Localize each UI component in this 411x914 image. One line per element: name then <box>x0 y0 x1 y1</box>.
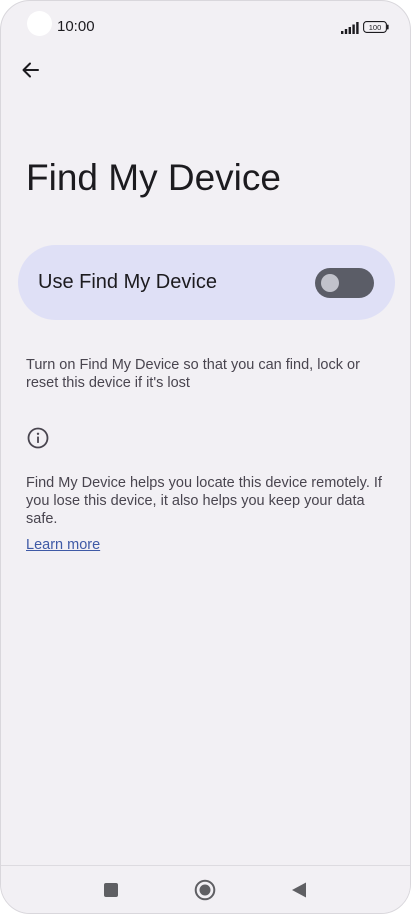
find-my-device-switch[interactable] <box>315 268 374 298</box>
back-button[interactable] <box>15 55 47 85</box>
info-text: Find My Device helps you locate this dev… <box>26 475 382 527</box>
setting-description: Turn on Find My Device so that you can f… <box>26 357 360 391</box>
phone-screen: 10:00 100 Find My Device Use Find My Dev… <box>0 0 411 914</box>
nav-back-button[interactable] <box>287 878 311 902</box>
status-bar: 10:00 100 <box>1 1 410 53</box>
battery-level: 100 <box>369 23 382 32</box>
camera-cutout <box>27 11 52 36</box>
info-circle-icon <box>27 427 49 449</box>
arrow-left-icon <box>22 62 39 78</box>
setting-label: Use Find My Device <box>38 271 217 293</box>
learn-more-link[interactable]: Learn more <box>26 537 100 553</box>
square-icon <box>104 883 118 897</box>
page-title: Find My Device <box>26 157 281 198</box>
status-time: 10:00 <box>57 18 95 35</box>
signal-icon <box>341 22 359 34</box>
switch-thumb <box>321 274 339 292</box>
recents-button[interactable] <box>99 878 123 902</box>
triangle-left-icon <box>292 882 306 898</box>
use-find-my-device-setting[interactable]: Use Find My Device <box>18 245 395 320</box>
battery-icon: 100 <box>363 21 389 33</box>
navigation-bar <box>1 865 410 913</box>
home-button[interactable] <box>193 878 217 902</box>
circle-icon <box>194 879 216 901</box>
